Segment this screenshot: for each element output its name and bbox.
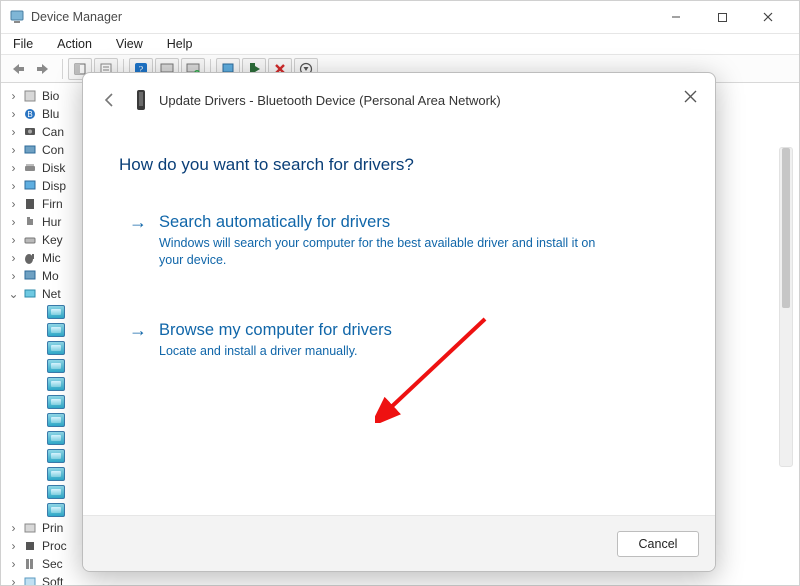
window-maximize-button[interactable] [699, 1, 745, 33]
device-manager-icon [9, 9, 25, 25]
tree-item-label: Soft [42, 575, 63, 585]
tree-item-label: Key [42, 233, 63, 247]
dialog-footer: Cancel [83, 515, 715, 571]
network-adapter-icon [47, 431, 65, 445]
network-adapter-icon [47, 467, 65, 481]
option-description: Windows will search your computer for th… [159, 235, 599, 269]
network-adapter-icon [47, 305, 65, 319]
option-title: Search automatically for drivers [159, 211, 599, 233]
titlebar: Device Manager [1, 1, 799, 33]
update-drivers-dialog: Update Drivers - Bluetooth Device (Perso… [82, 72, 716, 572]
dialog-body: How do you want to search for drivers? →… [83, 127, 715, 515]
tree-item-label: Hur [42, 215, 61, 229]
toolbar-back-button[interactable] [7, 58, 31, 80]
menu-view[interactable]: View [112, 35, 147, 53]
device-icon [133, 89, 149, 111]
dialog-title: Update Drivers - Bluetooth Device (Perso… [159, 93, 501, 108]
tree-item-label: Disp [42, 179, 66, 193]
tree-item-label: Blu [42, 107, 59, 121]
tree-item-label: Proc [42, 539, 67, 553]
window-close-button[interactable] [745, 1, 791, 33]
tree-item-label: Disk [42, 161, 65, 175]
toolbar-forward-button[interactable] [33, 58, 57, 80]
dialog-header: Update Drivers - Bluetooth Device (Perso… [83, 73, 715, 127]
svg-text:B: B [27, 110, 32, 119]
menu-help[interactable]: Help [163, 35, 197, 53]
option-browse-computer[interactable]: → Browse my computer for drivers Locate … [119, 313, 681, 378]
tree-item-label: Firn [42, 197, 63, 211]
tree-item-label: Mic [42, 251, 61, 265]
dialog-heading: How do you want to search for drivers? [119, 155, 681, 175]
option-description: Locate and install a driver manually. [159, 343, 392, 360]
network-adapter-icon [47, 395, 65, 409]
network-adapter-icon [47, 503, 65, 517]
window-minimize-button[interactable] [653, 1, 699, 33]
tree-item-label: Can [42, 125, 64, 139]
tree-item-label: Con [42, 143, 64, 157]
option-title: Browse my computer for drivers [159, 319, 392, 341]
tree-item-label: Net [42, 287, 61, 301]
arrow-right-icon: → [129, 319, 147, 341]
tree-item-label: Bio [42, 89, 59, 103]
window-title: Device Manager [31, 10, 122, 24]
network-adapter-icon [47, 485, 65, 499]
tree-item-label: Sec [42, 557, 63, 571]
tree-item-label: Mo [42, 269, 59, 283]
arrow-right-icon: → [129, 211, 147, 233]
tree-item-label: Prin [42, 521, 63, 535]
scrollbar-thumb[interactable] [782, 148, 790, 308]
network-adapter-icon [47, 449, 65, 463]
menu-file[interactable]: File [9, 35, 37, 53]
menu-action[interactable]: Action [53, 35, 96, 53]
menubar: File Action View Help [1, 33, 799, 55]
network-adapter-icon [47, 341, 65, 355]
network-adapter-icon [47, 413, 65, 427]
vertical-scrollbar[interactable] [779, 147, 793, 467]
tree-item[interactable]: ›Soft [9, 573, 799, 585]
network-adapter-icon [47, 359, 65, 373]
cancel-button[interactable]: Cancel [617, 531, 699, 557]
network-adapter-icon [47, 377, 65, 391]
network-adapter-icon [47, 323, 65, 337]
option-search-automatically[interactable]: → Search automatically for drivers Windo… [119, 205, 681, 287]
dialog-close-button[interactable] [675, 81, 705, 111]
dialog-back-button[interactable] [97, 87, 123, 113]
